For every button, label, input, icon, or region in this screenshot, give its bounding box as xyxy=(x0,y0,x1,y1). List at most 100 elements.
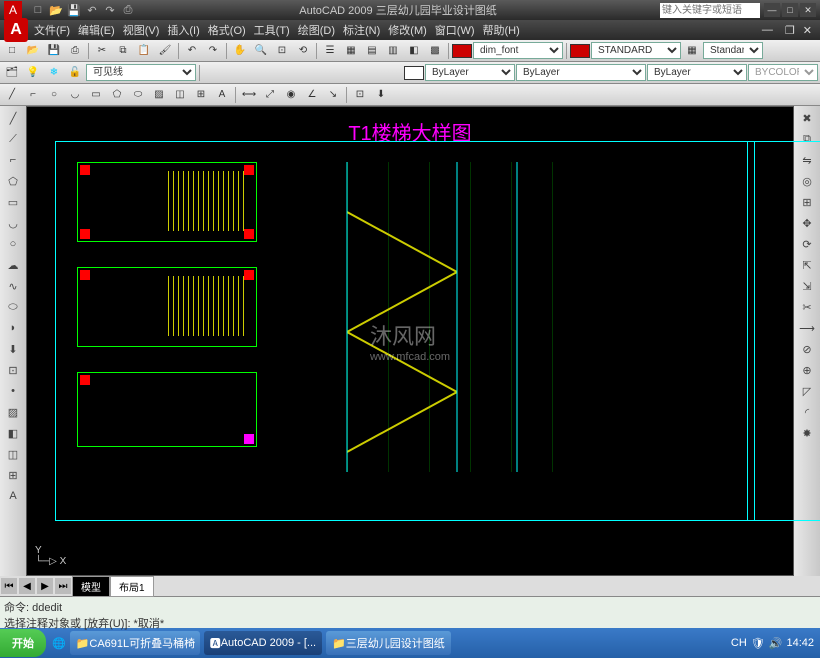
layer-on-icon[interactable]: 💡 xyxy=(23,64,43,82)
circle-icon[interactable]: ○ xyxy=(44,86,64,104)
ellipse-icon[interactable]: ⬭ xyxy=(128,86,148,104)
spline-tool-icon[interactable]: ∿ xyxy=(2,276,24,296)
close-button[interactable]: ✕ xyxy=(800,3,816,17)
zoom-window-icon[interactable]: ⊡ xyxy=(272,42,292,60)
matchprop-icon[interactable]: 🖌 xyxy=(155,42,175,60)
hatch-tool-icon[interactable]: ▨ xyxy=(2,402,24,422)
maximize-button[interactable]: □ xyxy=(782,3,798,17)
region-icon[interactable]: ◫ xyxy=(170,86,190,104)
color-combo[interactable]: ByLayer xyxy=(425,64,515,81)
dim-aligned-icon[interactable]: ⤢ xyxy=(260,86,280,104)
tab-prev-icon[interactable]: ◀ xyxy=(19,578,35,594)
help-search-input[interactable] xyxy=(660,3,760,18)
ellipse-tool-icon[interactable]: ⬭ xyxy=(2,297,24,317)
linetype-combo[interactable]: ByLayer xyxy=(516,64,646,81)
layer-combo[interactable]: 可见线 xyxy=(86,64,196,81)
menu-format[interactable]: 格式(O) xyxy=(204,22,250,38)
plot-icon[interactable]: ⎙ xyxy=(65,42,85,60)
toolpalettes-icon[interactable]: ▤ xyxy=(362,42,382,60)
tab-model[interactable]: 模型 xyxy=(72,576,110,597)
line-icon[interactable]: ╱ xyxy=(2,86,22,104)
qat-save-icon[interactable]: 💾 xyxy=(66,2,82,18)
copy-icon[interactable]: ⧉ xyxy=(113,42,133,60)
circle-tool-icon[interactable]: ○ xyxy=(2,234,24,254)
xline-tool-icon[interactable]: ⟋ xyxy=(2,129,24,149)
pline-icon[interactable]: ⌐ xyxy=(23,86,43,104)
designcenter-icon[interactable]: ▦ xyxy=(341,42,361,60)
arc-tool-icon[interactable]: ◡ xyxy=(2,213,24,233)
new-icon[interactable]: □ xyxy=(2,42,22,60)
qat-undo-icon[interactable]: ↶ xyxy=(84,2,100,18)
taskbar-item-2[interactable]: 🅰 AutoCAD 2009 - [... xyxy=(204,631,322,655)
insertblock-tool-icon[interactable]: ⬇ xyxy=(2,339,24,359)
taskbar-item-3[interactable]: 📁 三层幼儿园设计图纸 xyxy=(326,631,451,655)
clock[interactable]: 14:42 xyxy=(786,637,814,649)
menu-insert[interactable]: 插入(I) xyxy=(163,22,203,38)
polygon-icon[interactable]: ⬠ xyxy=(107,86,127,104)
zoom-icon[interactable]: 🔍 xyxy=(251,42,271,60)
menu-tools[interactable]: 工具(T) xyxy=(250,22,294,38)
tab-last-icon[interactable]: ⏭ xyxy=(55,578,71,594)
app-menu-button[interactable]: A xyxy=(4,18,28,42)
doc-close-button[interactable]: ✕ xyxy=(799,24,816,37)
layer-lock-icon[interactable]: 🔓 xyxy=(65,64,85,82)
open-icon[interactable]: 📂 xyxy=(23,42,43,60)
table-tool-icon[interactable]: ⊞ xyxy=(2,465,24,485)
ellipsearc-tool-icon[interactable]: ◗ xyxy=(2,318,24,338)
qat-new-icon[interactable]: □ xyxy=(30,2,46,18)
arc-icon[interactable]: ◡ xyxy=(65,86,85,104)
tab-layout1[interactable]: 布局1 xyxy=(110,576,154,597)
mtext-icon[interactable]: A xyxy=(212,86,232,104)
layer-props-icon[interactable]: 🗂 xyxy=(2,64,22,82)
menu-modify[interactable]: 修改(M) xyxy=(384,22,431,38)
gradient-tool-icon[interactable]: ◧ xyxy=(2,423,24,443)
tablestyle-combo[interactable]: Standar xyxy=(703,42,763,59)
doc-minimize-button[interactable]: — xyxy=(758,24,777,36)
erase-icon[interactable]: ✖ xyxy=(796,108,818,128)
doc-restore-button[interactable]: ❐ xyxy=(781,24,799,37)
tray-icon[interactable]: 🛡 xyxy=(751,637,765,650)
tablestyle-icon[interactable]: ▦ xyxy=(682,42,702,60)
hatch-icon[interactable]: ▨ xyxy=(149,86,169,104)
menu-dimension[interactable]: 标注(N) xyxy=(339,22,384,38)
layer-freeze-icon[interactable]: ❄ xyxy=(44,64,64,82)
textstyle-combo[interactable]: STANDARD xyxy=(591,42,681,59)
color-swatch[interactable] xyxy=(404,66,424,80)
makeblock-tool-icon[interactable]: ⊡ xyxy=(2,360,24,380)
tray-volume-icon[interactable]: 🔊 xyxy=(769,637,783,650)
drawing-canvas[interactable]: T1楼梯大样图 xyxy=(26,106,794,576)
pan-icon[interactable]: ✋ xyxy=(230,42,250,60)
rect-tool-icon[interactable]: ▭ xyxy=(2,192,24,212)
quicklaunch-icon[interactable]: 🌐 xyxy=(52,637,66,650)
properties-icon[interactable]: ☰ xyxy=(320,42,340,60)
taskbar-item-1[interactable]: 📁 CA691L可折叠马桶椅 xyxy=(70,631,200,655)
line-tool-icon[interactable]: ╱ xyxy=(2,108,24,128)
calc-icon[interactable]: ▩ xyxy=(425,42,445,60)
revcloud-tool-icon[interactable]: ☁ xyxy=(2,255,24,275)
dim-angular-icon[interactable]: ∠ xyxy=(302,86,322,104)
undo-icon[interactable]: ↶ xyxy=(182,42,202,60)
cut-icon[interactable]: ✂ xyxy=(92,42,112,60)
menu-draw[interactable]: 绘图(D) xyxy=(294,22,339,38)
dim-linear-icon[interactable]: ⟷ xyxy=(239,86,259,104)
qat-redo-icon[interactable]: ↷ xyxy=(102,2,118,18)
region-tool-icon[interactable]: ◫ xyxy=(2,444,24,464)
ime-indicator[interactable]: CH xyxy=(731,637,747,649)
markup-icon[interactable]: ◧ xyxy=(404,42,424,60)
dimstyle-combo[interactable]: dim_font xyxy=(473,42,563,59)
qat-print-icon[interactable]: ⎙ xyxy=(120,2,136,18)
textstyle-swatch[interactable] xyxy=(570,44,590,58)
lineweight-combo[interactable]: ByLayer xyxy=(647,64,747,81)
zoom-previous-icon[interactable]: ⟲ xyxy=(293,42,313,60)
mtext-tool-icon[interactable]: A xyxy=(2,486,24,506)
dim-radius-icon[interactable]: ◉ xyxy=(281,86,301,104)
command-line[interactable]: 命令: ddedit 选择注释对象或 [放弃(U)]: *取消* 命令: xyxy=(0,596,820,628)
polygon-tool-icon[interactable]: ⬠ xyxy=(2,171,24,191)
pline-tool-icon[interactable]: ⌐ xyxy=(2,150,24,170)
sheetset-icon[interactable]: ▥ xyxy=(383,42,403,60)
menu-help[interactable]: 帮助(H) xyxy=(479,22,524,38)
menu-window[interactable]: 窗口(W) xyxy=(431,22,479,38)
plotstyle-combo[interactable]: BYCOLOR xyxy=(748,64,818,81)
point-tool-icon[interactable]: • xyxy=(2,381,24,401)
table-icon[interactable]: ⊞ xyxy=(191,86,211,104)
